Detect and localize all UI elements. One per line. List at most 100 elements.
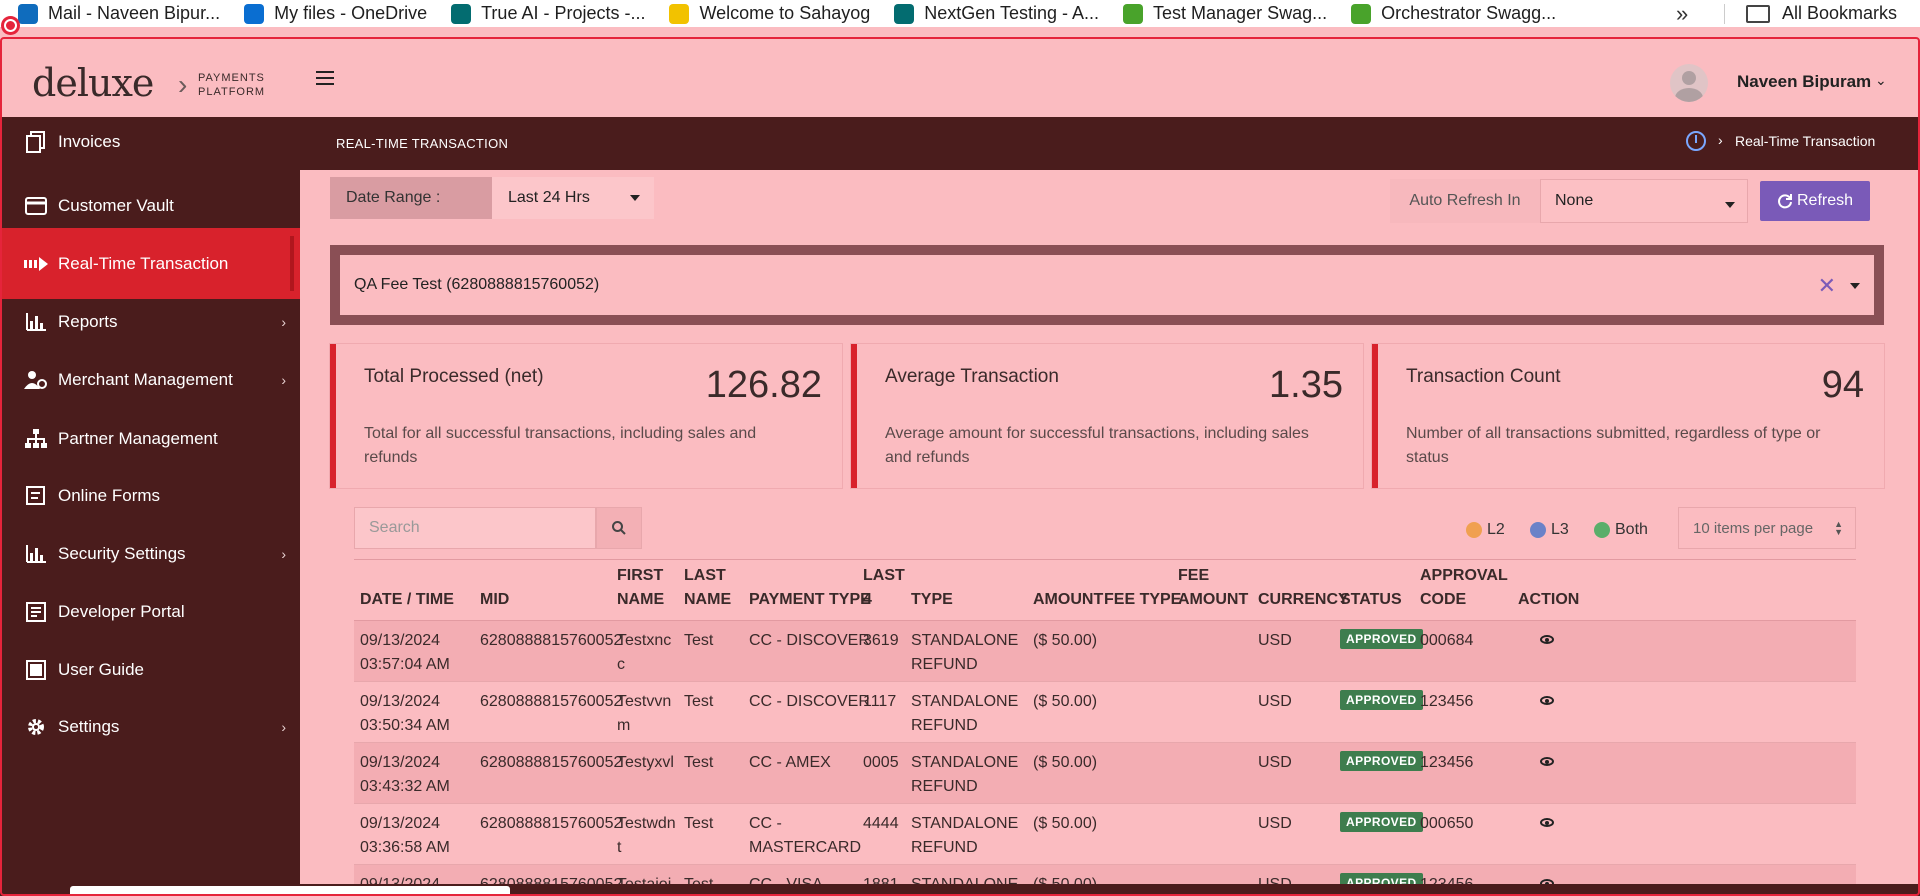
currency-cell: USD (1258, 751, 1292, 775)
column-header-line-2: CODE (1420, 591, 1467, 608)
column-header[interactable]: MID (480, 588, 509, 612)
table-row[interactable]: 09/13/2024 03:43:32 AM 6280888815760052 Tes… (354, 743, 1856, 804)
column-header[interactable]: CURRENCY (1258, 588, 1349, 612)
bookmark-item[interactable]: My files - OneDrive (244, 0, 427, 27)
table-row[interactable]: 09/13/2024 03:57:04 AM 6280888815760052 Tes… (354, 621, 1856, 682)
column-header[interactable]: TYPE (911, 588, 953, 612)
type-cell-line-1: STANDALONE (911, 873, 1018, 884)
amount-cell-line-1: ($ 50.00) (1033, 693, 1098, 710)
swagger-icon (1351, 3, 1372, 24)
bookmark-item[interactable]: Mail - Naveen Bipur... (18, 0, 220, 27)
column-header[interactable]: AMOUNT (1033, 588, 1103, 612)
payment-type-cell-line-2: MASTERCARD (749, 839, 862, 856)
bookmark-item[interactable]: True AI - Projects -... (451, 0, 645, 27)
column-header[interactable]: FEE TYPE (1104, 588, 1181, 612)
breadcrumb[interactable]: Real-Time Transaction (1735, 133, 1875, 149)
stat-value: 94 (1821, 364, 1864, 406)
bookmark-label: True AI - Projects -... (481, 3, 646, 23)
last4-cell-line-1: 4444 (863, 815, 899, 832)
refresh-button-label: Refresh (1796, 192, 1854, 209)
last4-cell: 4444 (863, 812, 899, 836)
all-bookmarks-button[interactable]: All Bookmarks (1746, 0, 1897, 27)
legend-dot (1530, 522, 1546, 538)
eye-icon[interactable] (1540, 635, 1554, 644)
payment-type-cell-line-1: CC - DISCOVER (749, 632, 870, 649)
bookmarks-overflow-button[interactable]: » (1676, 0, 1688, 27)
type-cell-line-1: STANDALONE (911, 815, 1019, 832)
first-name-cell-line-1: Testvvn (617, 693, 672, 710)
eye-icon[interactable] (1540, 696, 1554, 705)
eye-icon[interactable] (1540, 757, 1554, 766)
currency-cell-line-1: USD (1258, 693, 1292, 710)
column-header[interactable]: STATUS (1340, 588, 1402, 612)
bookmark-label: Test Manager Swag... (1153, 3, 1328, 23)
table-body: 09/13/2024 03:57:04 AM 6280888815760052 Tes… (354, 621, 1856, 884)
search-icon (612, 521, 626, 535)
column-header[interactable]: PAYMENT TYPE (749, 588, 871, 612)
history-icon[interactable] (1686, 131, 1706, 151)
search-input[interactable]: Search (354, 507, 596, 549)
bookmark-item[interactable]: NextGen Testing - A... (894, 0, 1099, 27)
legend-label: L3 (1551, 521, 1569, 538)
search-button[interactable] (596, 507, 642, 549)
approval-code-cell: 123456 (1420, 751, 1473, 775)
avatar[interactable] (1670, 64, 1708, 102)
sidebar-item-invoices[interactable]: Invoices (0, 117, 300, 167)
currency-cell: USD (1258, 812, 1292, 836)
mid-cell-line-1: 6280888815760052 (480, 815, 623, 832)
column-header[interactable]: APPROVAL CODE (1420, 564, 1508, 612)
column-header[interactable]: ACTION (1518, 588, 1579, 612)
date-time-cell-line-1: 09/13/2024 (360, 873, 440, 884)
column-header[interactable]: LAST NAME (684, 564, 731, 612)
column-header-line-2: 4 (863, 591, 872, 608)
clear-icon[interactable]: ✕ (1818, 273, 1836, 299)
deluxe-logo[interactable]: deluxe (32, 61, 154, 105)
first-name-cell: Testaioi (617, 873, 671, 884)
bookmark-item[interactable]: Welcome to Sahayog (669, 0, 870, 27)
table-row[interactable]: 09/13/2024 03:50:34 AM 6280888815760052 Tes… (354, 682, 1856, 743)
approval-code-cell: 000684 (1420, 629, 1473, 653)
user-name[interactable]: Naveen Bipuram (1737, 72, 1871, 92)
gear-icon (24, 716, 48, 738)
status-badge: APPROVED (1340, 690, 1423, 710)
column-header-line-2: AMOUNT (1033, 591, 1104, 608)
bookmark-item[interactable]: Test Manager Swag... (1123, 0, 1327, 27)
sharepoint-icon (451, 3, 472, 24)
approval-code-cell: 000650 (1420, 812, 1473, 836)
items-per-page-select[interactable]: 10 items per page ▲ ▼ (1678, 507, 1856, 549)
table-row[interactable]: 09/13/2024 03:36:58 AM 6280888815760052 Tes… (354, 804, 1856, 865)
column-header[interactable]: FEE AMOUNT (1178, 564, 1248, 612)
sidebar-item-settings[interactable]: Settings › (0, 691, 300, 762)
first-name-cell-line-1: Testxnc (617, 632, 672, 649)
guide-icon (24, 659, 48, 681)
onedrive-icon (244, 3, 265, 24)
caret-down-icon[interactable] (1850, 283, 1860, 289)
table-row[interactable]: 09/13/2024 6280888815760052Testaioi Test CC… (354, 865, 1856, 884)
date-range-label: Date Range : (330, 177, 492, 219)
column-header[interactable]: DATE / TIME (360, 588, 454, 612)
column-header[interactable]: FIRST NAME (617, 564, 664, 612)
merchant-select[interactable]: QA Fee Test (6280888815760052) ✕ (340, 255, 1874, 315)
column-header-line-2: MID (480, 591, 510, 608)
date-range-select[interactable]: Last 24 Hrs (492, 177, 654, 219)
first-name-cell-line-2: m (617, 717, 631, 734)
auto-refresh-select[interactable]: None (1540, 179, 1748, 223)
last-name-cell-line-1: Test (684, 754, 714, 771)
date-time-cell-line-2: 03:50:34 AM (360, 717, 450, 734)
payment-type-cell: CC - AMEX (749, 751, 831, 775)
chevron-down-icon[interactable]: ⌄ (1875, 72, 1887, 89)
bookmarks-bar: Mail - Naveen Bipur... My files - OneDriv… (0, 0, 1920, 27)
stat-title: Average Transaction (885, 366, 1059, 387)
last4-cell-line-1: 1117 (863, 693, 897, 710)
eye-icon[interactable] (1540, 818, 1554, 827)
column-header[interactable]: LAST 4 (863, 564, 905, 612)
horizontal-scrollbar[interactable] (70, 886, 510, 896)
table-header: DATE / TIME MID FIRST NAME LAST NAME PAYMENT T… (354, 559, 1856, 621)
refresh-button[interactable]: Refresh (1760, 181, 1870, 221)
amount-cell: ($ 50.00) (1033, 751, 1097, 775)
menu-toggle-icon[interactable] (316, 71, 334, 85)
payment-type-cell-line-1: CC - DISCOVER (749, 693, 870, 710)
amount-cell: ($ 50.00) (1033, 812, 1097, 836)
legend-label: L2 (1487, 521, 1505, 538)
bookmark-item[interactable]: Orchestrator Swagg... (1351, 0, 1556, 27)
